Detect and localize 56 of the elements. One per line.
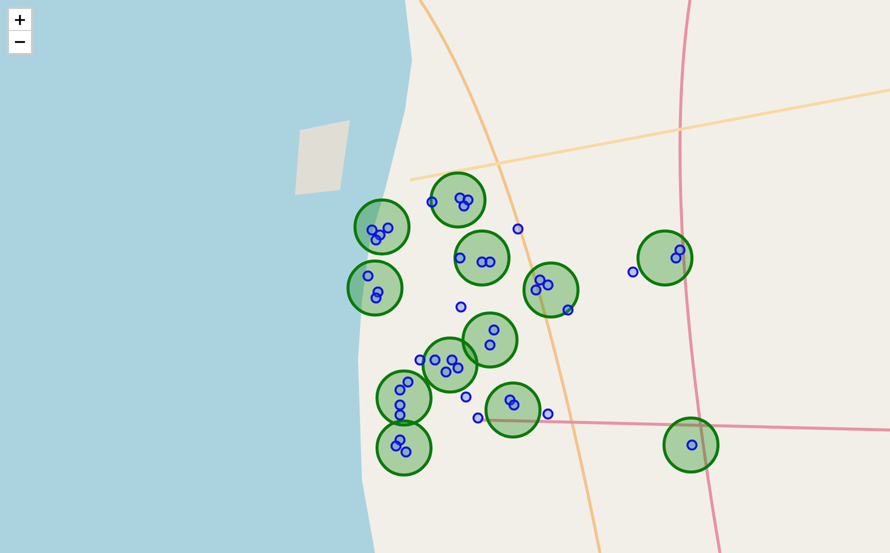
area-circle[interactable] — [522, 262, 580, 318]
location-marker[interactable] — [426, 196, 438, 208]
location-marker[interactable] — [456, 302, 466, 312]
map[interactable]: + − — [0, 0, 890, 553]
location-marker[interactable] — [394, 384, 406, 396]
location-marker[interactable] — [476, 256, 488, 268]
location-marker[interactable] — [414, 354, 426, 366]
location-marker[interactable] — [370, 234, 382, 246]
area-circle[interactable] — [376, 420, 432, 476]
area-circle[interactable] — [422, 336, 478, 394]
location-marker[interactable] — [512, 224, 524, 234]
location-marker[interactable] — [382, 222, 394, 234]
location-marker[interactable] — [366, 224, 378, 236]
location-marker[interactable] — [370, 292, 382, 304]
location-marker[interactable] — [530, 284, 542, 296]
location-marker[interactable] — [508, 400, 520, 410]
location-marker[interactable] — [454, 252, 466, 264]
location-marker[interactable] — [372, 286, 384, 298]
zoom-in-button[interactable]: + — [9, 9, 31, 31]
area-circle[interactable] — [454, 230, 510, 286]
location-marker[interactable] — [446, 354, 458, 366]
location-marker[interactable] — [472, 412, 484, 424]
location-marker[interactable] — [394, 434, 406, 446]
location-marker[interactable] — [374, 230, 386, 240]
location-marker[interactable] — [542, 408, 554, 420]
location-marker[interactable] — [542, 280, 554, 290]
location-marker[interactable] — [454, 192, 466, 204]
area-circle[interactable] — [354, 198, 410, 256]
location-marker[interactable] — [670, 252, 682, 264]
location-marker[interactable] — [394, 400, 406, 410]
location-marker[interactable] — [402, 376, 414, 388]
location-marker[interactable] — [458, 200, 470, 212]
location-marker[interactable] — [430, 354, 440, 366]
location-marker[interactable] — [674, 244, 686, 256]
location-marker[interactable] — [390, 440, 402, 452]
location-marker[interactable] — [534, 274, 546, 286]
location-marker[interactable] — [400, 446, 412, 458]
location-marker[interactable] — [452, 362, 464, 374]
location-marker[interactable] — [440, 366, 452, 378]
area-circle[interactable] — [462, 312, 518, 368]
area-circle[interactable] — [346, 260, 404, 316]
area-circle[interactable] — [662, 416, 720, 474]
location-marker[interactable] — [484, 256, 496, 268]
location-marker[interactable] — [488, 324, 500, 336]
location-marker[interactable] — [562, 304, 574, 316]
location-marker[interactable] — [504, 394, 516, 406]
location-marker[interactable] — [484, 340, 496, 350]
location-marker[interactable] — [462, 194, 474, 206]
location-marker[interactable] — [686, 440, 698, 450]
location-marker[interactable] — [394, 410, 406, 420]
area-circle[interactable] — [484, 382, 542, 438]
location-marker[interactable] — [460, 392, 472, 402]
area-circle[interactable] — [636, 230, 694, 286]
location-marker[interactable] — [362, 270, 374, 282]
area-circle[interactable] — [430, 172, 486, 228]
location-marker[interactable] — [628, 266, 638, 278]
